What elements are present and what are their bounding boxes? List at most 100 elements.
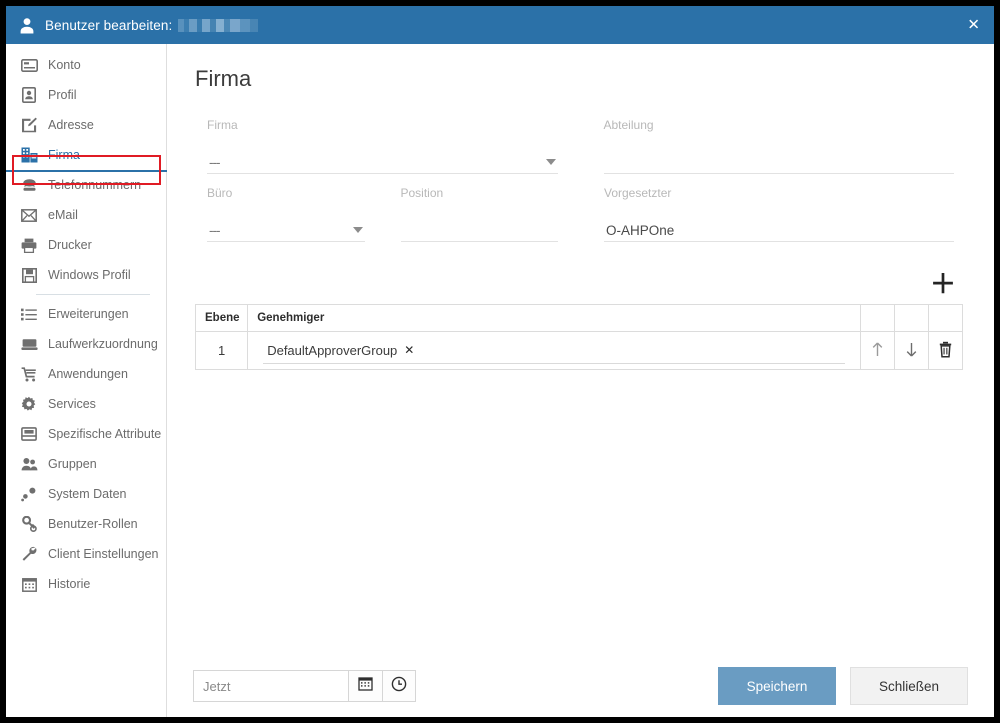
calendar-icon <box>358 676 373 696</box>
sidebar-item-label: Client Einstellungen <box>48 547 159 561</box>
sidebar-item-label: Konto <box>48 58 81 72</box>
trash-icon[interactable] <box>938 341 953 358</box>
add-approver-button[interactable]: ＋ <box>930 272 956 298</box>
cell-ebene: 1 <box>195 331 249 370</box>
sidebar-item-system-daten[interactable]: System Daten <box>6 479 166 509</box>
window-footer: Jetzt Speichern Schließen <box>167 655 994 717</box>
sidebar-item-telefonnummern[interactable]: Telefonnummern <box>6 170 166 200</box>
nodes-icon <box>20 485 38 503</box>
abteilung-input[interactable] <box>603 148 955 174</box>
table-header-row: Ebene Genehmiger <box>195 304 963 332</box>
position-input[interactable] <box>400 216 559 242</box>
edit-user-window: Benutzer bearbeiten: ✕ Konto Profil Adre… <box>6 6 994 717</box>
sidebar-item-label: Anwendungen <box>48 367 128 381</box>
field-label: Vorgesetzter <box>604 186 672 200</box>
buero-select[interactable]: --- <box>207 216 365 242</box>
sidebar-divider <box>36 294 150 295</box>
position-value <box>401 238 559 241</box>
sidebar-item-benutzer-rollen[interactable]: Benutzer-Rollen <box>6 509 166 539</box>
field-vorgesetzter: Vorgesetzter O-AHPOne <box>590 186 968 242</box>
floppy-disk-icon <box>20 266 38 284</box>
sidebar-item-label: Firma <box>48 148 80 162</box>
building-icon <box>20 146 38 164</box>
remove-approver-icon[interactable]: ✕ <box>404 343 414 357</box>
sidebar-item-firma[interactable]: Firma <box>6 140 167 172</box>
envelope-icon <box>20 206 38 224</box>
sidebar-item-client-einstellungen[interactable]: Client Einstellungen <box>6 539 166 569</box>
sidebar-item-konto[interactable]: Konto <box>6 50 166 80</box>
sidebar-item-adresse[interactable]: Adresse <box>6 110 166 140</box>
sidebar-item-label: Drucker <box>48 238 92 252</box>
column-header-delete <box>928 304 963 332</box>
page-title: Firma <box>195 66 252 91</box>
sidebar-item-label: Erweiterungen <box>48 307 129 321</box>
form-row-2: Büro --- Position Vorgesetzter O-AHPOne <box>193 186 968 242</box>
calendar-picker-button[interactable] <box>348 670 382 702</box>
cart-icon <box>20 365 38 383</box>
firma-select[interactable]: --- <box>207 148 558 174</box>
wrench-icon <box>20 545 38 563</box>
sidebar-item-windows-profil[interactable]: Windows Profil <box>6 260 166 290</box>
approver-toolbar: ＋ <box>193 254 968 304</box>
sidebar-item-label: Windows Profil <box>48 268 131 282</box>
sidebar-item-anwendungen[interactable]: Anwendungen <box>6 359 166 389</box>
cell-delete[interactable] <box>928 332 962 370</box>
sidebar-item-label: Historie <box>48 577 91 591</box>
vorgesetzter-input[interactable]: O-AHPOne <box>604 216 954 242</box>
gear-icon <box>20 395 38 413</box>
user-icon <box>18 16 36 34</box>
sidebar-item-email[interactable]: eMail <box>6 200 166 230</box>
sidebar-nav: Konto Profil Adresse Firma Telefonnummer… <box>6 44 167 717</box>
time-picker-button[interactable] <box>382 670 416 702</box>
form-row-1: Firma --- Abteilung <box>193 118 968 174</box>
column-header-move-up <box>860 304 895 332</box>
sidebar-item-drucker[interactable]: Drucker <box>6 230 166 260</box>
close-button[interactable]: Schließen <box>850 667 968 705</box>
datetime-input[interactable]: Jetzt <box>193 670 348 702</box>
sidebar-item-label: System Daten <box>48 487 127 501</box>
window-title: Benutzer bearbeiten: <box>45 17 259 33</box>
people-icon <box>20 455 38 473</box>
sidebar-item-label: Profil <box>48 88 77 102</box>
edit-note-icon <box>20 116 38 134</box>
main-content: Firma Firma --- Abteilung Büro --- Posit… <box>167 44 994 717</box>
sidebar-item-laufwerkzuordnung[interactable]: Laufwerkzuordnung <box>6 329 166 359</box>
sidebar-item-historie[interactable]: Historie <box>6 569 166 599</box>
field-label: Abteilung <box>603 118 654 132</box>
chevron-down-icon[interactable] <box>545 159 556 165</box>
card-icon <box>20 56 38 74</box>
inbox-icon <box>20 425 38 443</box>
sidebar-item-profil[interactable]: Profil <box>6 80 166 110</box>
id-badge-icon <box>20 86 38 104</box>
sidebar-item-label: Services <box>48 397 96 411</box>
window-body: Konto Profil Adresse Firma Telefonnummer… <box>6 44 994 717</box>
column-header-ebene: Ebene <box>195 304 249 332</box>
sidebar-item-gruppen[interactable]: Gruppen <box>6 449 166 479</box>
sidebar-item-label: Laufwerkzuordnung <box>48 337 158 351</box>
field-abteilung: Abteilung <box>590 118 969 174</box>
sidebar-item-label: eMail <box>48 208 78 222</box>
sidebar-item-services[interactable]: Services <box>6 389 166 419</box>
close-icon[interactable]: ✕ <box>967 17 980 33</box>
sidebar-item-erweiterungen[interactable]: Erweiterungen <box>6 299 166 329</box>
buero-value: --- <box>209 223 220 238</box>
cell-genehmiger: DefaultApproverGroup ✕ <box>247 331 861 370</box>
cell-move-up[interactable] <box>860 331 895 370</box>
calendar-icon <box>20 575 38 593</box>
abteilung-value <box>604 170 955 173</box>
move-up-icon[interactable] <box>870 341 885 358</box>
window-titlebar: Benutzer bearbeiten: ✕ <box>6 6 994 44</box>
approver-table-head: Ebene Genehmiger <box>195 304 963 332</box>
key-person-icon <box>20 515 38 533</box>
approver-chip[interactable]: DefaultApproverGroup ✕ <box>263 338 845 364</box>
sidebar-item-label: Benutzer-Rollen <box>48 517 138 531</box>
chevron-down-icon[interactable] <box>352 227 363 233</box>
move-down-icon[interactable] <box>904 341 919 358</box>
form-area: Firma Firma --- Abteilung Büro --- Posit… <box>167 44 994 655</box>
sidebar-item-spezifische-attribute[interactable]: Spezifische Attribute <box>6 419 166 449</box>
sidebar-item-label: Adresse <box>48 118 94 132</box>
save-button[interactable]: Speichern <box>718 667 836 705</box>
window-title-label: Benutzer bearbeiten: <box>45 17 173 33</box>
redacted-username <box>178 18 259 32</box>
cell-move-down[interactable] <box>894 331 929 370</box>
